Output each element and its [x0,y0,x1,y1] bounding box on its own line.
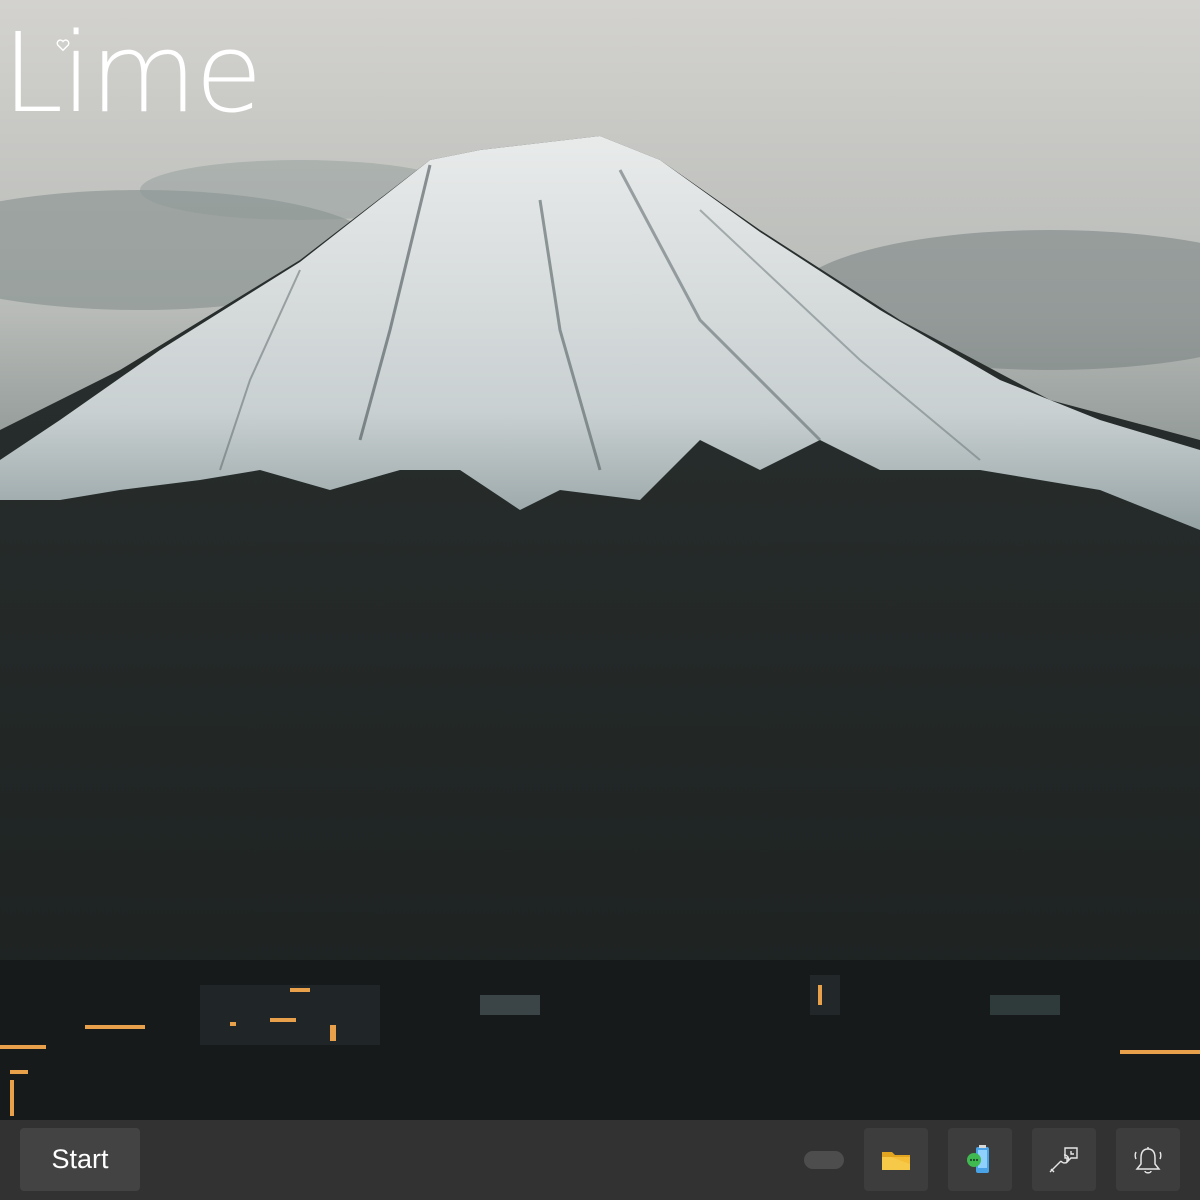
folder-icon [882,1151,910,1170]
tools-icon [1049,1146,1078,1172]
messages-icon [967,1144,989,1173]
desktop: Lime [0,0,1200,1120]
start-button[interactable]: Start [20,1128,140,1191]
wallpaper-image [0,0,1200,1120]
file-explorer-button[interactable] [864,1128,928,1191]
lime-logo-text: Lime [2,9,263,137]
notifications-button[interactable] [1116,1128,1180,1191]
bell-icon [1134,1146,1162,1174]
tools-button[interactable] [1032,1128,1096,1191]
heart-icon [56,39,70,52]
messages-button[interactable] [948,1128,1012,1191]
tray-toggle-pill[interactable] [804,1151,844,1169]
taskbar: Start [0,1120,1200,1200]
